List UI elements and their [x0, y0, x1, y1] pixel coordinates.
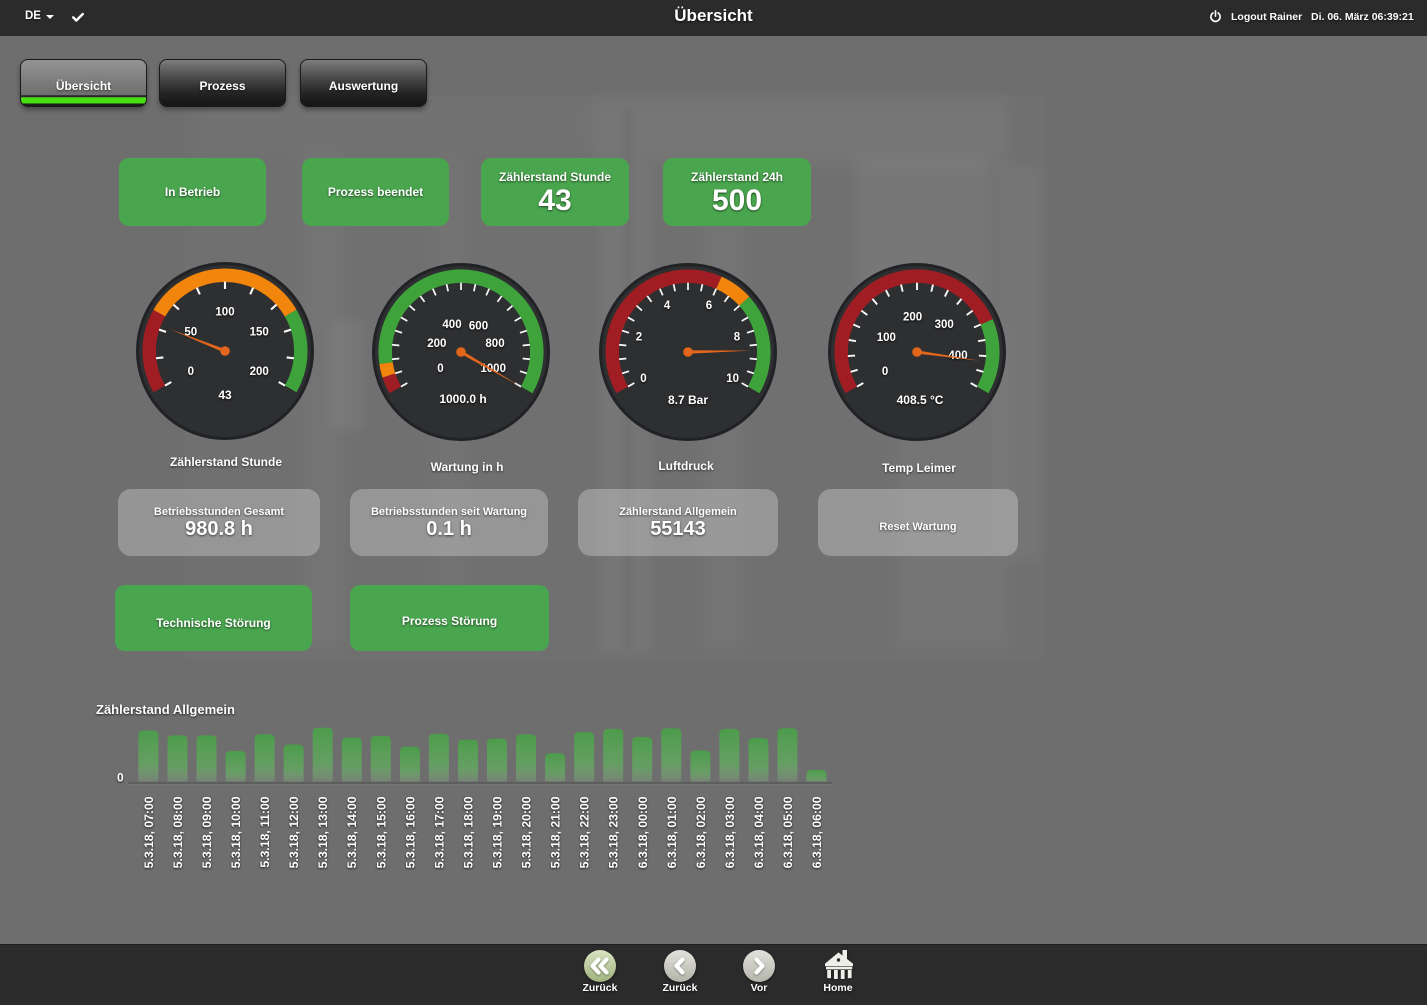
svg-text:5.3.18, 15:00: 5.3.18, 15:00 [374, 796, 388, 868]
svg-text:5.3.18, 17:00: 5.3.18, 17:00 [432, 796, 446, 868]
svg-text:5.3.18, 16:00: 5.3.18, 16:00 [403, 796, 417, 868]
svg-text:6.3.18, 02:00: 6.3.18, 02:00 [694, 796, 708, 868]
svg-text:6.3.18, 01:00: 6.3.18, 01:00 [665, 796, 679, 868]
svg-text:5.3.18, 14:00: 5.3.18, 14:00 [345, 796, 359, 868]
svg-text:5.3.18, 20:00: 5.3.18, 20:00 [520, 796, 534, 868]
svg-text:6.3.18, 06:00: 6.3.18, 06:00 [810, 796, 824, 868]
svg-text:5.3.18, 10:00: 5.3.18, 10:00 [229, 796, 243, 868]
svg-text:5.3.18, 11:00: 5.3.18, 11:00 [258, 796, 272, 867]
svg-text:6.3.18, 05:00: 6.3.18, 05:00 [781, 796, 795, 868]
svg-text:5.3.18, 22:00: 5.3.18, 22:00 [578, 796, 592, 868]
svg-text:5.3.18, 23:00: 5.3.18, 23:00 [607, 796, 621, 868]
svg-text:Zählerstand Allgemein: Zählerstand Allgemein [96, 702, 235, 717]
svg-text:6.3.18, 03:00: 6.3.18, 03:00 [723, 796, 737, 868]
svg-text:6.3.18, 00:00: 6.3.18, 00:00 [636, 796, 650, 868]
svg-text:5.3.18, 07:00: 5.3.18, 07:00 [142, 796, 156, 868]
svg-text:5.3.18, 08:00: 5.3.18, 08:00 [171, 796, 185, 868]
svg-text:5.3.18, 19:00: 5.3.18, 19:00 [491, 796, 505, 868]
svg-text:5.3.18, 12:00: 5.3.18, 12:00 [287, 796, 301, 868]
svg-text:0: 0 [117, 771, 124, 785]
svg-text:5.3.18, 18:00: 5.3.18, 18:00 [462, 796, 476, 868]
svg-text:5.3.18, 13:00: 5.3.18, 13:00 [316, 796, 330, 868]
svg-text:5.3.18, 21:00: 5.3.18, 21:00 [549, 796, 563, 868]
svg-text:5.3.18, 09:00: 5.3.18, 09:00 [200, 796, 214, 868]
svg-text:6.3.18, 04:00: 6.3.18, 04:00 [752, 796, 766, 868]
